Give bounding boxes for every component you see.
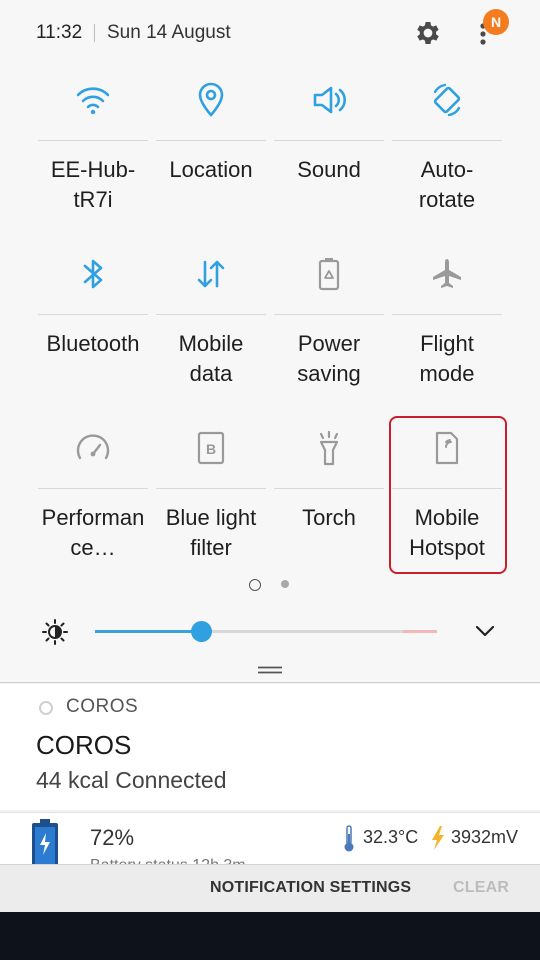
page-dot-current[interactable] [249, 579, 261, 591]
quick-settings-panel: 11:32 Sun 14 August N EE-Hub-tR7i Locati… [0, 0, 540, 683]
speaker-icon [313, 86, 346, 114]
location-pin-icon [198, 82, 224, 117]
notification-settings-button[interactable]: NOTIFICATION SETTINGS [210, 879, 411, 897]
clear-button[interactable]: CLEAR [453, 879, 509, 897]
tile-label: Mobile data [178, 331, 244, 386]
panel-divider [0, 682, 540, 683]
divider [156, 488, 266, 489]
chevron-down-icon[interactable] [474, 622, 496, 640]
battery-recycle-icon [318, 258, 340, 291]
page-indicator [0, 577, 540, 593]
divider [94, 24, 95, 42]
notification-title: COROS [36, 730, 132, 760]
divider [392, 314, 502, 315]
date: Sun 14 August [107, 22, 231, 43]
divider [156, 140, 266, 141]
battery-voltage: 3932mV [451, 827, 519, 847]
divider [392, 140, 502, 141]
tile-label: Location [169, 157, 253, 182]
data-arrows-icon [197, 260, 225, 288]
tile-label: Bluetooth [46, 331, 140, 356]
thermometer-icon [344, 825, 354, 852]
tile-label: Power saving [297, 331, 361, 386]
tile-label: Blue light filter [165, 505, 257, 560]
highlight-box [389, 416, 507, 574]
notification-text: 44 kcal Connected [36, 767, 227, 793]
svg-text:B: B [206, 441, 216, 457]
divider [38, 314, 148, 315]
notification-badge: N [483, 9, 509, 35]
airplane-icon [433, 259, 461, 288]
divider [38, 140, 148, 141]
battery-percent: 72% [90, 825, 135, 850]
bluetooth-icon [83, 259, 103, 289]
divider [274, 140, 384, 141]
divider [38, 488, 148, 489]
divider [274, 488, 384, 489]
rotate-icon [433, 83, 461, 117]
battery-icon [32, 819, 58, 865]
navigation-bar [0, 912, 540, 960]
battery-temperature: 32.3°C [363, 827, 419, 847]
notification-app-name: COROS [66, 696, 139, 717]
notification-actions-bar: NOTIFICATION SETTINGS CLEAR [0, 864, 540, 913]
tile-label: Performan ce… [41, 505, 145, 560]
divider [156, 314, 266, 315]
tile-label: Sound [297, 157, 361, 182]
speedometer-icon [76, 434, 110, 460]
brightness-slider[interactable] [95, 621, 437, 642]
divider [274, 314, 384, 315]
tile-label: Auto-rotate [418, 157, 476, 212]
tile-label: Torch [302, 505, 356, 530]
status-bar: 11:32 Sun 14 August N [0, 0, 540, 66]
flashlight-icon [319, 430, 339, 466]
clock: 11:32 [36, 22, 83, 43]
brightness-fill [95, 630, 202, 633]
lightning-icon [432, 826, 444, 850]
app-icon [39, 701, 53, 715]
battery-notification[interactable]: 72% 32.3°C 3932mV Battery status 12h 3m [0, 812, 540, 865]
brightness-thumb[interactable] [191, 621, 213, 642]
drag-handle[interactable] [257, 666, 283, 674]
wifi-icon [76, 87, 110, 115]
tile-label: EE-Hub-tR7i [50, 157, 136, 212]
tile-label: Flight mode [419, 331, 475, 386]
brightness-warning-zone [403, 630, 437, 633]
brightness-icon [42, 619, 68, 645]
blue-light-icon: B [197, 431, 225, 465]
gear-icon[interactable] [413, 18, 443, 48]
page-dot[interactable] [281, 580, 289, 588]
